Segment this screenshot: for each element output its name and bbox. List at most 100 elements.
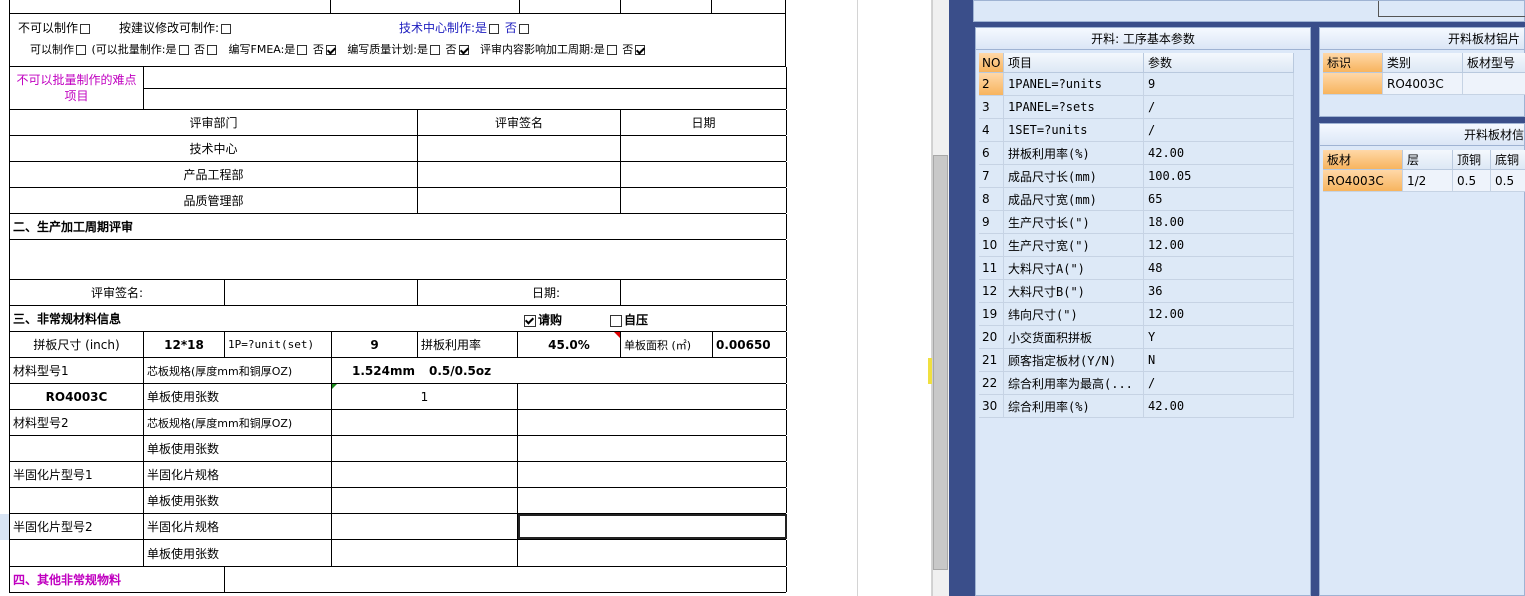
col-value[interactable]: 参数 [1144, 53, 1294, 73]
col-model[interactable]: 板材型号 [1463, 53, 1525, 73]
cell[interactable] [10, 540, 144, 566]
param-item[interactable]: 成品尺寸长(mm) [1004, 165, 1144, 188]
board-cell[interactable]: RO4003C [1323, 170, 1403, 192]
date-cell[interactable] [621, 136, 787, 161]
cell[interactable] [10, 240, 787, 279]
layer-cell[interactable]: 1/2 [1403, 170, 1453, 192]
param-no[interactable]: 8 [979, 188, 1004, 211]
param-no[interactable]: 7 [979, 165, 1004, 188]
core-spec-value[interactable]: 1.524mm 0.5/0.5oz [332, 358, 787, 383]
date-cell[interactable] [621, 188, 787, 213]
cell[interactable] [332, 488, 518, 513]
cell[interactable] [518, 436, 787, 461]
param-no[interactable]: 12 [979, 280, 1004, 303]
cell[interactable] [9, 0, 331, 13]
cell[interactable] [10, 436, 144, 461]
cell[interactable] [332, 410, 518, 435]
param-item[interactable]: 纬向尺寸(") [1004, 303, 1144, 326]
date-cell[interactable] [621, 162, 787, 187]
param-item[interactable]: 综合利用率(%) [1004, 395, 1144, 418]
param-value[interactable]: 48 [1144, 257, 1294, 280]
param-no[interactable]: 30 [979, 395, 1004, 418]
comment-marker[interactable] [614, 332, 620, 338]
fmea-yes-checkbox[interactable] [297, 45, 308, 55]
col-no[interactable]: NO [979, 53, 1004, 73]
cell[interactable] [518, 384, 787, 409]
sign-cell[interactable] [418, 162, 621, 187]
param-value[interactable]: 42.00 [1144, 142, 1294, 165]
sign-cell[interactable] [418, 136, 621, 161]
tech-yes-checkbox[interactable] [489, 23, 500, 34]
param-value[interactable]: 12.00 [1144, 234, 1294, 257]
param-value[interactable]: Y [1144, 326, 1294, 349]
cell[interactable] [712, 0, 786, 13]
col-category[interactable]: 类别 [1383, 53, 1463, 73]
tech-no-checkbox[interactable] [518, 23, 529, 34]
param-value[interactable]: 65 [1144, 188, 1294, 211]
category-cell[interactable]: RO4003C [1383, 73, 1463, 95]
param-no[interactable]: 22 [979, 372, 1004, 395]
self-press-checkbox[interactable] [610, 314, 622, 327]
cell[interactable] [225, 567, 787, 592]
param-item[interactable]: 顾客指定板材(Y/N) [1004, 349, 1144, 372]
units-value[interactable]: 9 [332, 332, 418, 357]
param-item[interactable]: 拼板利用率(%) [1004, 142, 1144, 165]
sign-cell[interactable] [418, 188, 621, 213]
param-item[interactable]: 1PANEL=?sets [1004, 96, 1144, 119]
param-item[interactable]: 1SET=?units [1004, 119, 1144, 142]
mat1-value[interactable]: RO4003C [10, 384, 144, 409]
param-item[interactable]: 生产尺寸长(") [1004, 211, 1144, 234]
suggest-modify-checkbox[interactable] [221, 23, 232, 34]
cell[interactable] [332, 540, 518, 566]
qp-no-checkbox[interactable] [458, 45, 469, 55]
col-item[interactable]: 项目 [1004, 53, 1144, 73]
param-value[interactable]: 12.00 [1144, 303, 1294, 326]
fmea-no-checkbox[interactable] [325, 45, 336, 55]
param-value[interactable]: 100.05 [1144, 165, 1294, 188]
batch-no-checkbox[interactable] [207, 45, 217, 55]
param-item[interactable]: 生产尺寸宽(") [1004, 234, 1144, 257]
col-layer[interactable]: 层 [1403, 150, 1453, 170]
param-value[interactable]: 9 [1144, 73, 1294, 96]
cell[interactable] [518, 462, 787, 487]
param-value[interactable]: / [1144, 96, 1294, 119]
cell[interactable] [332, 436, 518, 461]
cycle-no-checkbox[interactable] [635, 45, 646, 55]
param-no[interactable]: 3 [979, 96, 1004, 119]
param-value[interactable]: N [1144, 349, 1294, 372]
cell[interactable] [332, 514, 518, 539]
util-value[interactable]: 45.0% [518, 332, 621, 357]
param-no[interactable]: 2 [979, 73, 1004, 96]
area-value[interactable]: 0.00650 [713, 332, 787, 357]
param-no[interactable]: 10 [979, 234, 1004, 257]
param-no[interactable]: 9 [979, 211, 1004, 234]
param-item[interactable]: 大料尺寸B(") [1004, 280, 1144, 303]
param-item[interactable]: 大料尺寸A(") [1004, 257, 1144, 280]
param-no[interactable]: 21 [979, 349, 1004, 372]
cannot-make-checkbox[interactable] [80, 23, 91, 34]
mark-cell[interactable] [1323, 73, 1383, 95]
selected-cell[interactable] [518, 514, 787, 539]
param-item[interactable]: 综合利用率为最高(... [1004, 372, 1144, 395]
param-value[interactable]: 36 [1144, 280, 1294, 303]
param-no[interactable]: 20 [979, 326, 1004, 349]
col-top[interactable]: 顶铜 [1453, 150, 1491, 170]
param-no[interactable]: 11 [979, 257, 1004, 280]
param-no[interactable]: 19 [979, 303, 1004, 326]
cell[interactable] [520, 0, 621, 13]
param-value[interactable]: 18.00 [1144, 211, 1294, 234]
can-make-checkbox[interactable] [76, 45, 86, 55]
col-board[interactable]: 板材 [1323, 150, 1403, 170]
cell[interactable] [621, 0, 712, 13]
panel-size-value[interactable]: 12*18 [144, 332, 225, 357]
cell[interactable] [331, 0, 520, 13]
cell[interactable] [518, 488, 787, 513]
purchase-checkbox[interactable] [524, 314, 536, 327]
param-item[interactable]: 1PANEL=?units [1004, 73, 1144, 96]
scrollbar-thumb[interactable] [933, 155, 948, 570]
cell[interactable] [518, 410, 787, 435]
cell[interactable] [10, 488, 144, 513]
param-item[interactable]: 成品尺寸宽(mm) [1004, 188, 1144, 211]
cycle-yes-checkbox[interactable] [606, 45, 617, 55]
param-no[interactable]: 6 [979, 142, 1004, 165]
